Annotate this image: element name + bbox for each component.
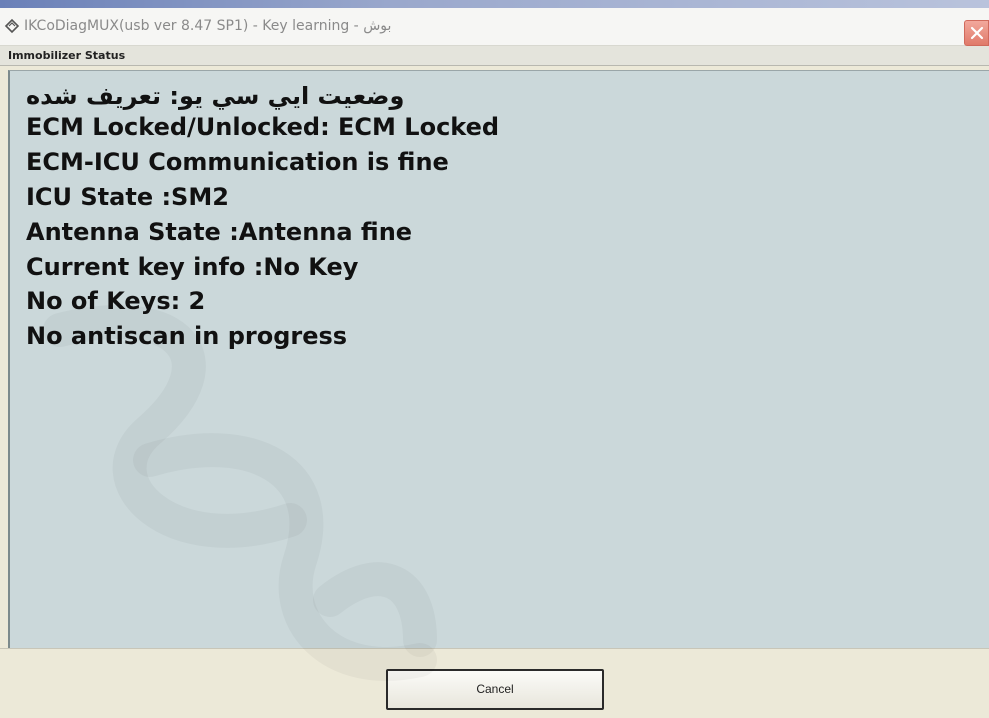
app-icon (4, 18, 20, 34)
title-bar[interactable]: IKCoDiagMUX(usb ver 8.47 SP1) - Key lear… (0, 8, 989, 46)
close-icon (970, 26, 984, 40)
status-line-key-count: No of Keys: 2 (26, 287, 206, 315)
cancel-button[interactable]: Cancel (386, 669, 604, 710)
window-top-strip (0, 0, 989, 8)
section-header: Immobilizer Status (0, 46, 989, 66)
status-line-ecm-lock: ECM Locked/Unlocked: ECM Locked (26, 113, 500, 141)
dialog-window: IKCoDiagMUX(usb ver 8.47 SP1) - Key lear… (0, 0, 989, 718)
section-title: Immobilizer Status (8, 49, 126, 62)
status-line-current-key: Current key info :No Key (26, 253, 359, 281)
status-line-antenna-state: Antenna State :Antenna fine (26, 218, 413, 246)
immobilizer-status-panel: وضعيت ايي سي يو: تعريف شده ECM Locked/Un… (8, 70, 989, 648)
dialog-footer: Cancel (0, 648, 989, 718)
status-line-ecu-state: وضعيت ايي سي يو: تعريف شده (26, 82, 405, 110)
window-title: IKCoDiagMUX(usb ver 8.47 SP1) - Key lear… (24, 18, 392, 34)
status-line-antiscan: No antiscan in progress (26, 322, 348, 350)
status-line-icu-state: ICU State :SM2 (26, 183, 229, 211)
close-button[interactable] (964, 20, 989, 46)
status-line-communication: ECM-ICU Communication is fine (26, 148, 449, 176)
